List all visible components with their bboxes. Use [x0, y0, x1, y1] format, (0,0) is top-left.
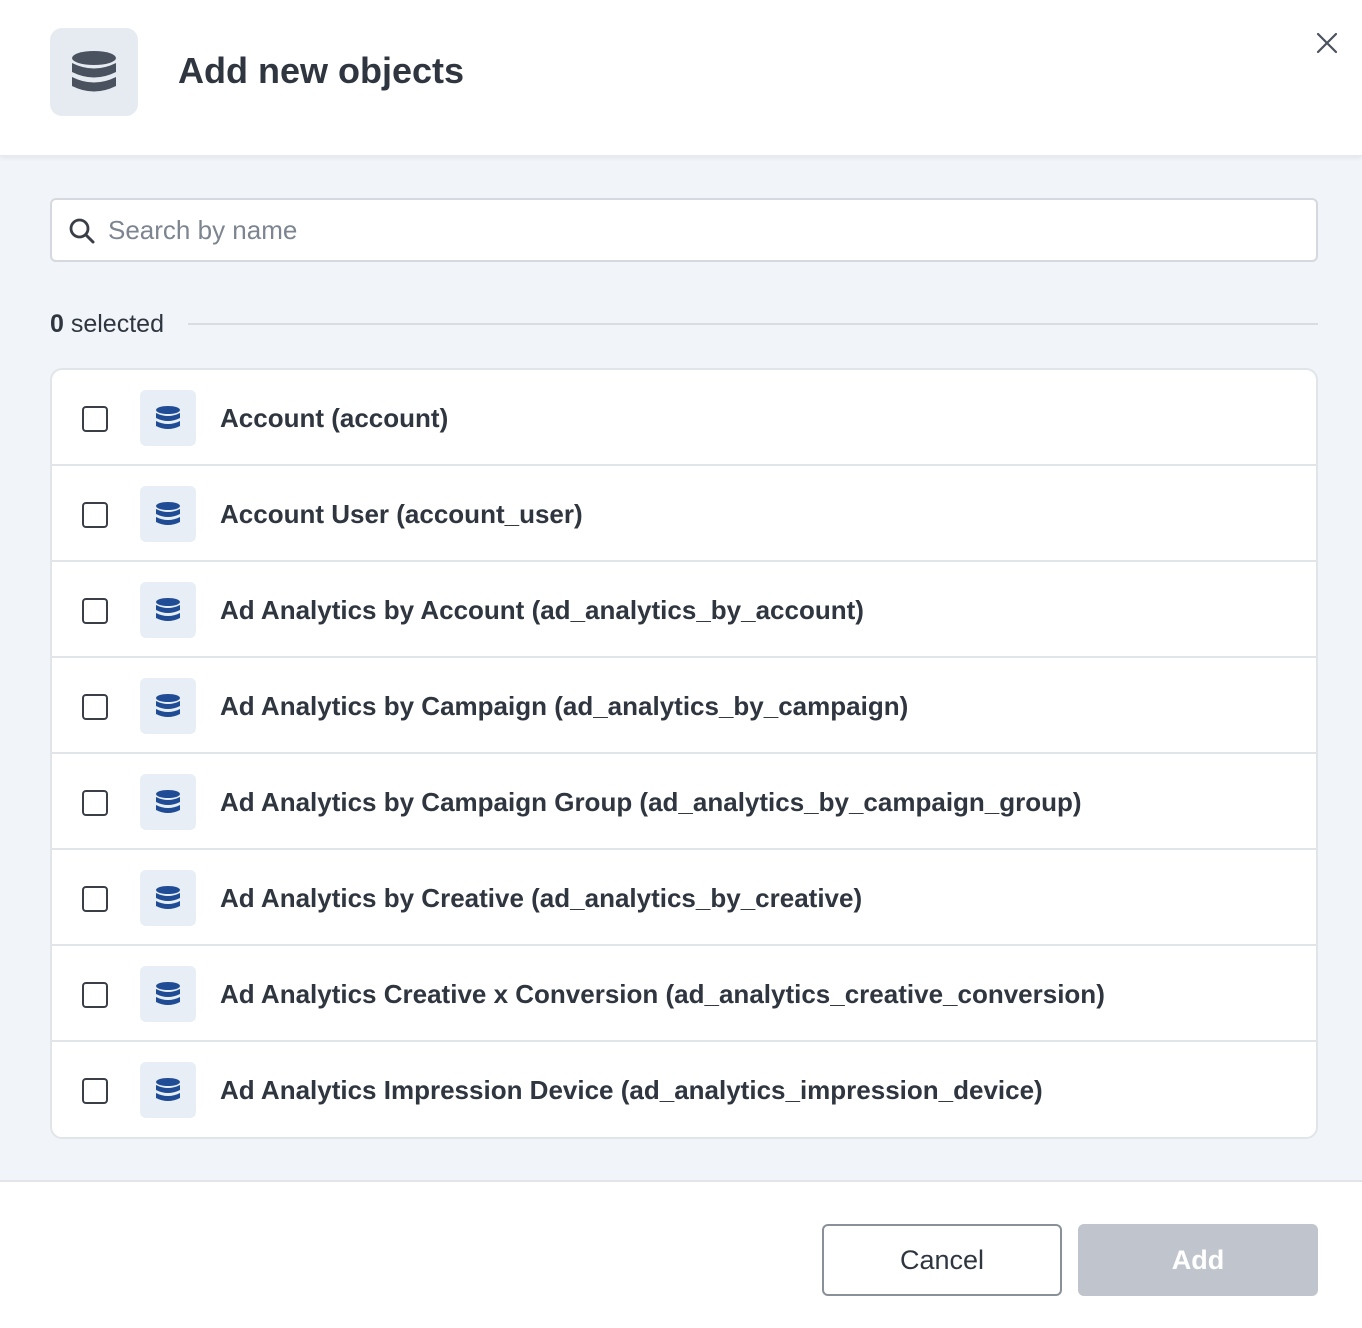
database-icon — [156, 598, 180, 621]
item-checkbox[interactable] — [82, 790, 108, 816]
database-icon — [72, 51, 116, 92]
list-item[interactable]: Account User (account_user) — [52, 466, 1316, 562]
list-item[interactable]: Ad Analytics by Campaign (ad_analytics_b… — [52, 658, 1316, 754]
modal-title: Add new objects — [178, 50, 465, 91]
selection-summary: 0 selected — [50, 306, 1318, 342]
list-item[interactable]: Ad Analytics Creative x Conversion (ad_a… — [52, 946, 1316, 1042]
item-icon-container — [140, 486, 196, 542]
item-label: Ad Analytics Creative x Conversion (ad_a… — [220, 979, 1105, 1009]
database-icon — [156, 1078, 180, 1101]
database-icon — [156, 790, 180, 813]
modal-footer: Cancel Add — [0, 1180, 1362, 1328]
database-icon — [156, 886, 180, 909]
list-item[interactable]: Ad Analytics by Creative (ad_analytics_b… — [52, 850, 1316, 946]
item-icon-container — [140, 774, 196, 830]
item-checkbox[interactable] — [82, 598, 108, 624]
item-icon-container — [140, 966, 196, 1022]
item-label: Ad Analytics by Campaign (ad_analytics_b… — [220, 691, 909, 721]
item-label: Account (account) — [220, 403, 449, 433]
item-icon-container — [140, 1062, 196, 1118]
item-checkbox[interactable] — [82, 502, 108, 528]
database-icon — [156, 406, 180, 429]
selected-suffix: selected — [63, 309, 164, 338]
item-label: Ad Analytics by Account (ad_analytics_by… — [220, 595, 864, 625]
database-icon — [156, 502, 180, 525]
list-item[interactable]: Ad Analytics by Account (ad_analytics_by… — [52, 562, 1316, 658]
item-checkbox[interactable] — [82, 406, 108, 432]
item-icon-container — [140, 870, 196, 926]
close-icon[interactable] — [1316, 32, 1338, 54]
selected-count: 0 — [50, 309, 64, 338]
object-list: Account (account) Account User (account_u… — [50, 368, 1318, 1139]
add-button[interactable]: Add — [1078, 1224, 1318, 1296]
list-item[interactable]: Account (account) — [52, 370, 1316, 466]
add-objects-modal: Add new objects 0 selected Account (acco… — [0, 0, 1362, 1328]
item-label: Ad Analytics Impression Device (ad_analy… — [220, 1075, 1043, 1105]
search-box[interactable] — [50, 198, 1318, 262]
search-icon — [69, 218, 95, 244]
list-item[interactable]: Ad Analytics by Campaign Group (ad_analy… — [52, 754, 1316, 850]
search-input[interactable] — [108, 208, 1298, 252]
item-checkbox[interactable] — [82, 982, 108, 1008]
database-icon — [156, 694, 180, 717]
item-checkbox[interactable] — [82, 1078, 108, 1104]
close-button[interactable] — [1310, 26, 1344, 60]
item-label: Account User (account_user) — [220, 499, 583, 529]
selected-count-text: 0 selected — [50, 310, 164, 339]
database-icon — [156, 982, 180, 1005]
modal-header: Add new objects — [0, 0, 1362, 156]
item-label: Ad Analytics by Campaign Group (ad_analy… — [220, 787, 1082, 817]
item-label: Ad Analytics by Creative (ad_analytics_b… — [220, 883, 863, 913]
modal-body: 0 selected Account (account) Account User… — [0, 156, 1362, 1180]
cancel-button[interactable]: Cancel — [822, 1224, 1062, 1296]
divider — [187, 323, 1318, 325]
item-checkbox[interactable] — [82, 886, 108, 912]
item-icon-container — [140, 390, 196, 446]
item-icon-container — [140, 582, 196, 638]
header-icon-container — [50, 28, 138, 116]
list-item[interactable]: Ad Analytics Impression Device (ad_analy… — [52, 1042, 1316, 1137]
item-icon-container — [140, 678, 196, 734]
item-checkbox[interactable] — [82, 694, 108, 720]
